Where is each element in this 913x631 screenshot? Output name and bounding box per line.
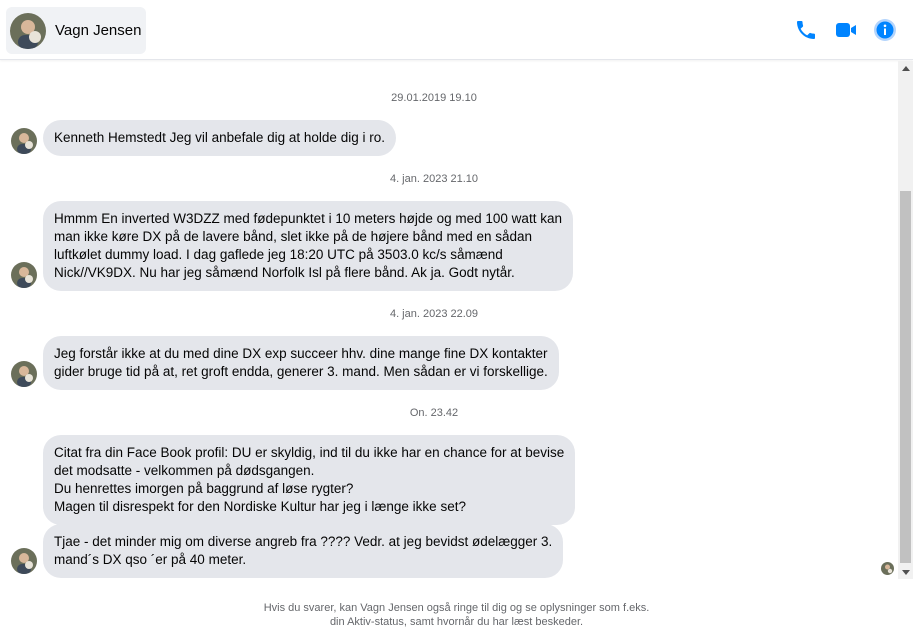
message-bubble[interactable]: Citat fra din Face Book profil: DU er sk… [43, 435, 576, 525]
message-line: Magen til disrespekt for den Nordiske Ku… [54, 499, 466, 514]
sender-avatar[interactable] [11, 262, 37, 288]
message-timestamp: On. 23.42 [409, 407, 459, 419]
privacy-notice: Hvis du svarer, kan Vagn Jensen også rin… [0, 601, 913, 629]
scrollbar[interactable] [898, 61, 913, 579]
message-list[interactable]: 29.01.2019 19.10 Kenneth Hemstedt Jeg vi… [0, 61, 898, 579]
message-line: gider bruge tid på at, ret groft endda, … [54, 364, 548, 379]
message-line: mand´s DX qso ´er på 40 meter. [54, 552, 247, 567]
message-line: Nick//VK9DX. Nu har jeg såmænd Norfolk I… [54, 265, 515, 280]
message-line: det modsatte - velkommen på dødsgangen. [54, 463, 315, 478]
contact-name: Vagn Jensen [55, 22, 142, 39]
message-line: Jeg forstår ikke at du med dine DX exp s… [54, 346, 548, 361]
message-line: Du henrettes imorgen på baggrund af løse… [54, 481, 354, 496]
message-line: Hmmm En inverted W3DZZ med fødepunktet i… [54, 211, 562, 226]
read-receipt-avatar [881, 562, 894, 575]
scroll-up-arrow-icon[interactable] [898, 61, 913, 75]
message-timestamp: 29.01.2019 19.10 [391, 92, 477, 104]
video-camera-icon[interactable] [834, 18, 858, 42]
sender-avatar[interactable] [11, 361, 37, 387]
conversation-header: Vagn Jensen [0, 0, 913, 60]
scrollbar-thumb[interactable] [900, 191, 911, 563]
contact-profile-button[interactable]: Vagn Jensen [6, 7, 146, 54]
phone-icon[interactable] [794, 18, 818, 42]
message-bubble[interactable]: Hmmm En inverted W3DZZ med fødepunktet i… [43, 201, 573, 291]
message-bubble[interactable]: Tjae - det minder mig om diverse angreb … [43, 524, 564, 578]
sender-avatar[interactable] [11, 548, 37, 574]
privacy-notice-line: din Aktiv-status, samt hvornår du har læ… [329, 616, 584, 628]
message-line: luftkølet dummy load. I dag gaflede jeg … [54, 247, 503, 262]
message-bubble[interactable]: Jeg forstår ikke at du med dine DX exp s… [43, 336, 559, 390]
scroll-down-arrow-icon[interactable] [898, 565, 913, 579]
message-line: Kenneth Hemstedt Jeg vil anbefale dig at… [54, 130, 385, 145]
info-icon[interactable] [873, 18, 897, 42]
message-timestamp: 4. jan. 2023 22.09 [389, 308, 479, 320]
message-line: Tjae - det minder mig om diverse angreb … [54, 534, 553, 549]
message-bubble[interactable]: Kenneth Hemstedt Jeg vil anbefale dig at… [43, 120, 396, 156]
message-timestamp: 4. jan. 2023 21.10 [389, 173, 479, 185]
contact-avatar [10, 12, 46, 49]
message-line: man ikke køre DX på de lavere bånd, slet… [54, 229, 533, 244]
message-line: Citat fra din Face Book profil: DU er sk… [54, 445, 565, 460]
sender-avatar[interactable] [11, 128, 37, 154]
privacy-notice-line: Hvis du svarer, kan Vagn Jensen også rin… [263, 602, 650, 614]
